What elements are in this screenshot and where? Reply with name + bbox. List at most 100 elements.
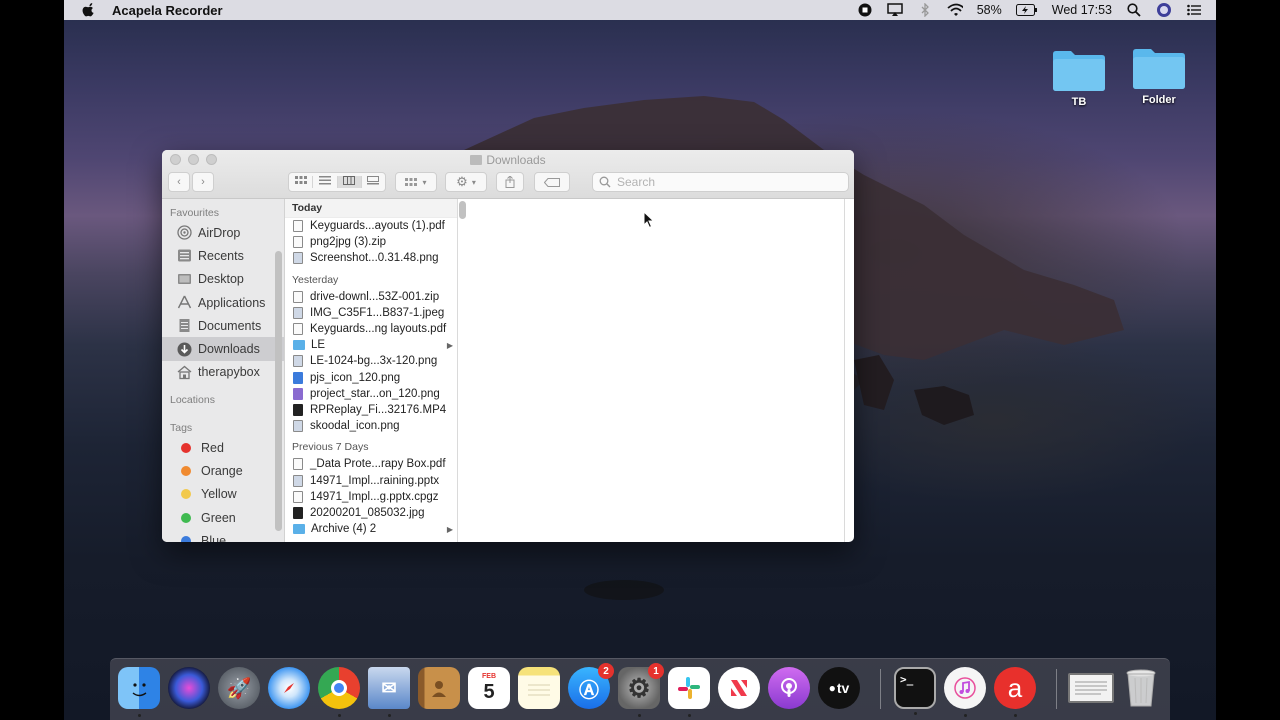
menu-extras: 58% Wed 17:53 bbox=[857, 3, 1202, 17]
calendar-icon[interactable]: FEB 5 bbox=[468, 667, 510, 709]
file-item[interactable]: project_star...on_120.png bbox=[285, 386, 457, 402]
wifi-icon[interactable] bbox=[947, 3, 963, 17]
sidebar-tag-blue[interactable]: Blue bbox=[162, 529, 284, 542]
apple-menu-icon[interactable] bbox=[82, 3, 96, 17]
contacts-icon[interactable] bbox=[418, 667, 460, 709]
file-item[interactable]: 20200201_085032.jpg bbox=[285, 505, 457, 521]
battery-charging-icon[interactable] bbox=[1015, 3, 1038, 17]
finder-icon[interactable] bbox=[118, 667, 160, 717]
group-by-button[interactable]: ▾ bbox=[395, 172, 437, 192]
apple-logo-icon: ● bbox=[828, 681, 836, 695]
podcasts-icon[interactable] bbox=[768, 667, 810, 709]
system-preferences-icon[interactable]: ⚙ 1 bbox=[618, 663, 664, 717]
folder-icon bbox=[293, 524, 305, 535]
file-item[interactable]: 14971_Impl...raining.pptx bbox=[285, 472, 457, 488]
sidebar-tag-yellow[interactable]: Yellow bbox=[162, 483, 284, 506]
record-stop-icon[interactable] bbox=[857, 3, 873, 17]
itunes-icon[interactable] bbox=[944, 667, 986, 717]
spotlight-search-icon[interactable] bbox=[1126, 3, 1142, 17]
presentation-icon bbox=[293, 474, 303, 487]
folder-item[interactable]: Archive (4) 2 ▶ bbox=[285, 521, 457, 537]
file-item[interactable]: Keyguards...ng layouts.pdf bbox=[285, 321, 457, 337]
tag-icon bbox=[544, 177, 560, 187]
file-item[interactable]: LE-1024-bg...3x-120.png bbox=[285, 353, 457, 369]
column-scrollbar[interactable] bbox=[459, 201, 466, 219]
apple-tv-icon[interactable]: ● tv bbox=[818, 667, 860, 709]
sidebar-item-label: AirDrop bbox=[198, 225, 241, 240]
safari-icon[interactable] bbox=[268, 667, 310, 709]
screenshot-preview-icon[interactable] bbox=[1068, 673, 1114, 703]
desktop-folder-tb[interactable]: TB bbox=[1044, 48, 1114, 108]
sidebar-item-recents[interactable]: Recents bbox=[162, 244, 284, 267]
search-input[interactable] bbox=[615, 174, 839, 190]
desktop-folder-folder[interactable]: Folder bbox=[1124, 46, 1194, 106]
chrome-icon[interactable] bbox=[318, 667, 360, 717]
file-name: Keyguards...ng layouts.pdf bbox=[310, 323, 447, 336]
slack-icon[interactable] bbox=[668, 667, 710, 717]
eagle-stamp-glyph: ✉ bbox=[381, 677, 397, 698]
recents-icon bbox=[178, 249, 191, 262]
app-store-icon[interactable]: Ⓐ 2 bbox=[568, 663, 614, 709]
edit-tags-button[interactable] bbox=[534, 172, 570, 192]
menu-clock[interactable]: Wed 17:53 bbox=[1052, 3, 1112, 17]
zip-icon bbox=[293, 236, 303, 249]
sidebar-item-airdrop[interactable]: AirDrop bbox=[162, 221, 284, 244]
siri-icon[interactable] bbox=[168, 667, 210, 709]
folder-item[interactable]: LE ▶ bbox=[285, 337, 457, 353]
gallery-view-button[interactable] bbox=[362, 176, 385, 188]
airplay-icon[interactable] bbox=[886, 3, 903, 17]
back-button[interactable]: ‹ bbox=[168, 172, 190, 192]
column-view-button[interactable] bbox=[337, 176, 362, 188]
sidebar-item-applications[interactable]: Applications bbox=[162, 291, 284, 314]
file-item[interactable]: pjs_icon_120.png bbox=[285, 370, 457, 386]
list-icon bbox=[318, 176, 331, 185]
file-item[interactable]: _Data Prote...rapy Box.pdf bbox=[285, 456, 457, 472]
acapela-icon[interactable]: a bbox=[994, 667, 1036, 717]
action-menu-button[interactable]: ⚙ ▾ bbox=[445, 172, 487, 192]
share-button[interactable] bbox=[496, 172, 524, 192]
finder-toolbar: Downloads ‹ › ▾ ⚙ ▾ bbox=[162, 150, 854, 199]
launchpad-icon[interactable]: 🚀 bbox=[218, 667, 260, 709]
mail-icon[interactable]: ✉ bbox=[368, 667, 410, 717]
news-icon[interactable] bbox=[718, 667, 760, 709]
sidebar-tag-orange[interactable]: Orange bbox=[162, 459, 284, 482]
file-item[interactable]: drive-downl...53Z-001.zip bbox=[285, 289, 457, 305]
forward-button[interactable]: › bbox=[192, 172, 214, 192]
file-name: Archive (4) 2 bbox=[311, 523, 377, 536]
file-item[interactable]: Keyguards...ayouts (1).pdf bbox=[285, 218, 457, 234]
sidebar-tag-red[interactable]: Red bbox=[162, 436, 284, 459]
menu-bar: Acapela Recorder 58% Wed 17:53 bbox=[64, 0, 1216, 20]
sidebar-tag-green[interactable]: Green bbox=[162, 506, 284, 529]
sidebar-item-desktop[interactable]: Desktop bbox=[162, 268, 284, 291]
video-icon bbox=[293, 403, 303, 416]
gear-icon: ⚙ bbox=[627, 672, 651, 703]
file-item[interactable]: skoodal_icon.png bbox=[285, 418, 457, 434]
sidebar-item-therapybox[interactable]: therapybox bbox=[162, 361, 284, 384]
sidebar-heading-favourites: Favourites bbox=[170, 207, 220, 219]
notification-center-icon[interactable] bbox=[1186, 3, 1202, 17]
share-icon bbox=[505, 176, 515, 188]
search-icon bbox=[599, 176, 611, 188]
search-field[interactable] bbox=[592, 172, 849, 192]
list-view-button[interactable] bbox=[313, 176, 338, 188]
file-item[interactable]: Screenshot...0.31.48.png bbox=[285, 250, 457, 266]
trash-icon[interactable] bbox=[1120, 667, 1162, 709]
sidebar-scrollbar[interactable] bbox=[275, 251, 282, 531]
file-item[interactable]: png2jpg (3).zip bbox=[285, 234, 457, 250]
sidebar-item-downloads[interactable]: Downloads bbox=[162, 337, 284, 361]
file-item[interactable]: 14971_Impl...g.pptx.cpgz bbox=[285, 489, 457, 505]
document-icon bbox=[293, 220, 303, 233]
bluetooth-icon[interactable] bbox=[917, 3, 933, 17]
icon-view-button[interactable] bbox=[289, 176, 314, 188]
terminal-icon[interactable]: >_ bbox=[894, 667, 936, 715]
battery-percent[interactable]: 58% bbox=[977, 3, 1002, 17]
file-item[interactable]: IMG_C35F1...B837-1.jpeg bbox=[285, 305, 457, 321]
image-icon bbox=[293, 371, 303, 384]
running-indicator bbox=[637, 714, 641, 717]
file-item[interactable]: RPReplay_Fi...32176.MP4 bbox=[285, 402, 457, 418]
apple-tv-label: tv bbox=[836, 680, 850, 696]
notes-icon[interactable] bbox=[518, 667, 560, 709]
sidebar-item-documents[interactable]: Documents bbox=[162, 314, 284, 337]
active-app-name[interactable]: Acapela Recorder bbox=[112, 3, 223, 18]
user-avatar-icon[interactable] bbox=[1156, 3, 1172, 17]
